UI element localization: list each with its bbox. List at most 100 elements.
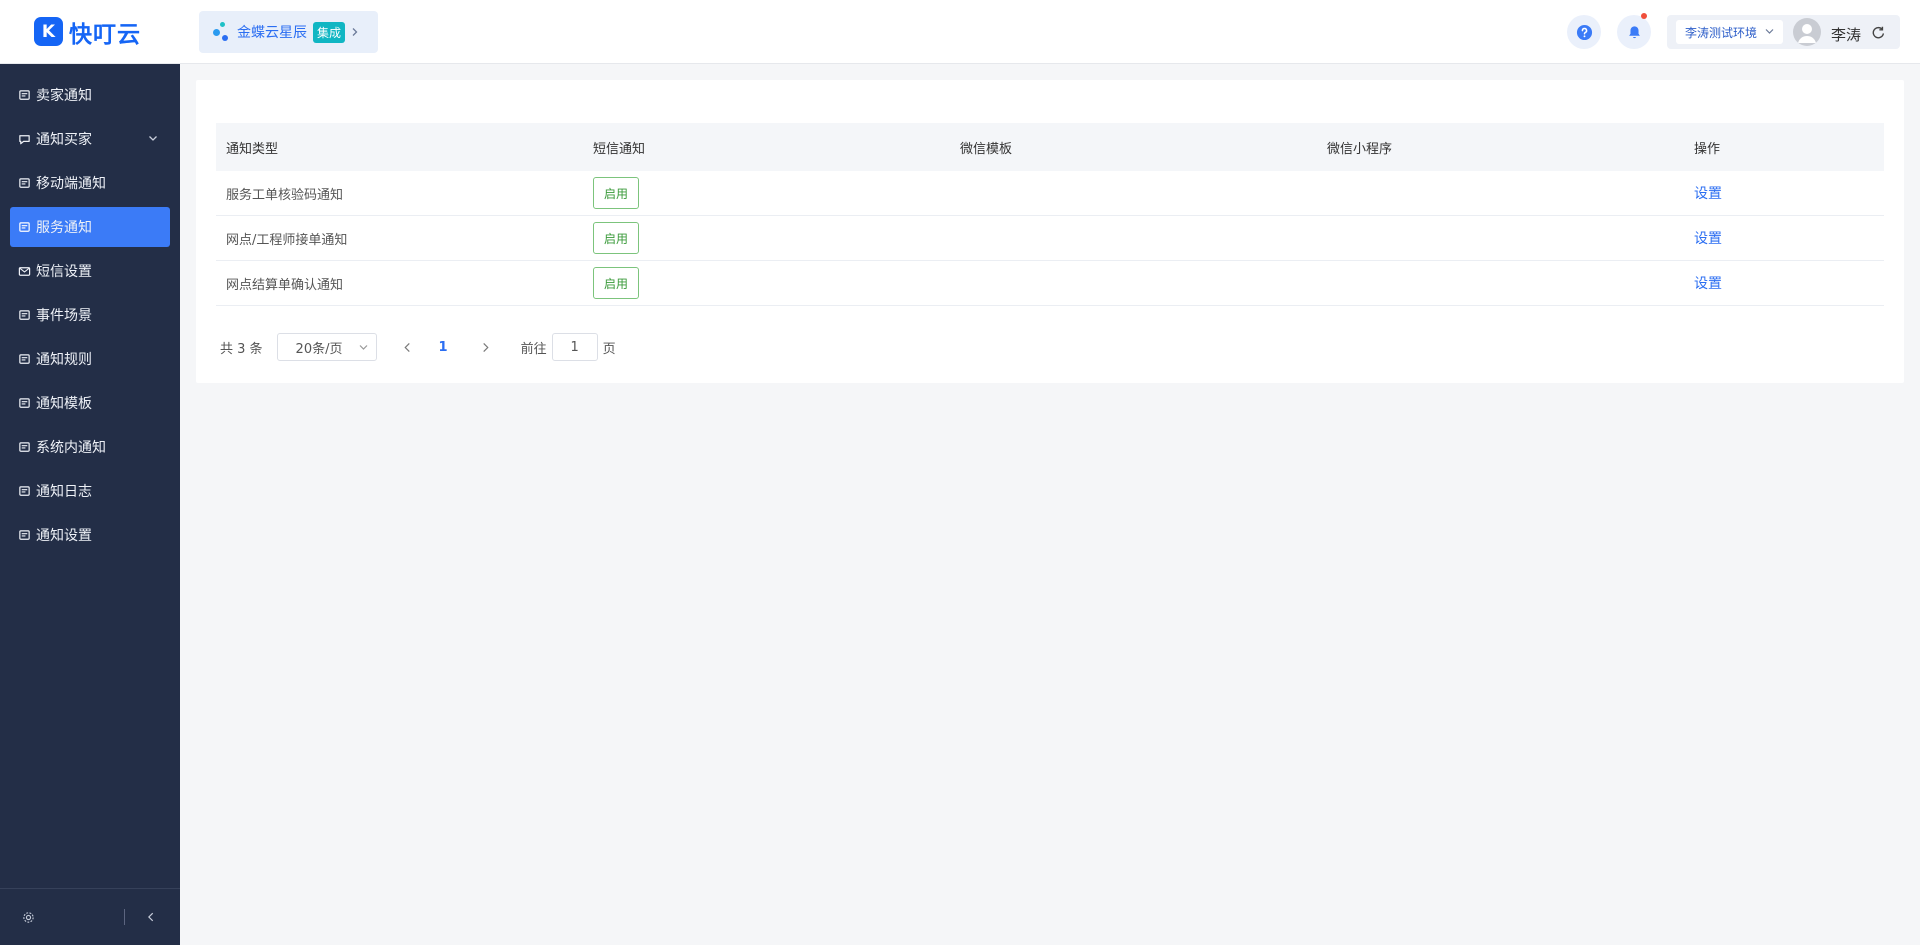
page-size-select[interactable]: 20条/页 [276, 333, 377, 361]
settings-link[interactable]: 设置 [1694, 186, 1722, 202]
next-page-button[interactable] [481, 341, 491, 353]
app-switcher[interactable]: 金蝶云星辰 集成 [199, 11, 378, 53]
refresh-icon[interactable] [1871, 25, 1886, 40]
mail-icon [17, 264, 31, 278]
settings-link[interactable]: 设置 [1694, 276, 1722, 292]
divider [124, 909, 125, 925]
gear-icon[interactable] [21, 910, 35, 924]
sms-cell: 启用 [583, 267, 950, 299]
page-unit: 页 [602, 341, 616, 357]
goto-page-input[interactable] [551, 333, 598, 361]
notifications-button[interactable] [1617, 13, 1651, 49]
avatar[interactable] [1793, 18, 1821, 46]
column-header: 微信模板 [960, 141, 1013, 157]
chevron-right-icon [483, 342, 489, 352]
prev-page-button[interactable] [403, 341, 413, 353]
sidebar-item-notice-logs[interactable]: 通知日志 [10, 471, 170, 511]
sidebar-item-notify-buyer[interactable]: 通知买家 [10, 119, 170, 159]
action-cell: 设置 [1684, 273, 1884, 293]
total-count: 共 3 条 [220, 341, 263, 357]
sidebar-item-label: 系统内通知 [36, 440, 106, 456]
user-name: 李涛 [1831, 26, 1862, 44]
collapse-sidebar-icon[interactable] [144, 910, 158, 924]
environment-value: 李涛测试环境 [1685, 25, 1758, 40]
notice-table: 通知类型 短信通知 微信模板 微信小程序 操作 服务工单核验码通知 启用 设置 … [216, 123, 1884, 306]
sidebar-footer [0, 888, 180, 945]
sidebar: K 快叮云 卖家通知 通知买家 移动端通知 服务通知 短信设置 事件场景 通知规… [0, 0, 180, 945]
top-header: 金蝶云星辰 集成 李涛测试环境 李涛 [180, 0, 1920, 64]
chevron-down-icon [1765, 29, 1774, 34]
notice-icon [17, 440, 31, 454]
sidebar-item-label: 通知买家 [36, 132, 92, 148]
sidebar-item-label: 事件场景 [36, 308, 92, 324]
sidebar-item-label: 通知规则 [36, 352, 92, 368]
table-row: 网点/工程师接单通知 启用 设置 [216, 216, 1884, 261]
sidebar-item-seller-notice[interactable]: 卖家通知 [10, 75, 170, 115]
chevron-down-icon [149, 136, 157, 141]
sms-cell: 启用 [583, 222, 950, 254]
logo[interactable]: K 快叮云 [0, 0, 180, 64]
sms-enabled-button[interactable]: 启用 [593, 177, 639, 209]
app-name: 金蝶云星辰 [237, 25, 307, 41]
sidebar-item-label: 通知模板 [36, 396, 92, 412]
sidebar-item-event-scenes[interactable]: 事件场景 [10, 295, 170, 335]
action-cell: 设置 [1684, 228, 1884, 248]
logo-mark-icon: K [34, 17, 63, 46]
sidebar-item-label: 通知设置 [36, 528, 92, 544]
sidebar-item-notice-settings[interactable]: 通知设置 [10, 515, 170, 555]
sms-enabled-button[interactable]: 启用 [593, 222, 639, 254]
action-cell: 设置 [1684, 183, 1884, 203]
notice-icon [17, 176, 31, 190]
bell-icon [1628, 25, 1640, 38]
notice-icon [17, 484, 31, 498]
sidebar-item-notice-templates[interactable]: 通知模板 [10, 383, 170, 423]
main-panel: 通知类型 短信通知 微信模板 微信小程序 操作 服务工单核验码通知 启用 设置 … [196, 80, 1904, 383]
column-header: 操作 [1694, 141, 1721, 157]
table-header: 通知类型 短信通知 微信模板 微信小程序 操作 [216, 123, 1884, 171]
sidebar-item-notice-rules[interactable]: 通知规则 [10, 339, 170, 379]
sms-enabled-button[interactable]: 启用 [593, 267, 639, 299]
chat-icon [17, 132, 31, 146]
sidebar-item-label: 服务通知 [36, 220, 92, 236]
sidebar-item-sms-settings[interactable]: 短信设置 [10, 251, 170, 291]
help-icon [1576, 24, 1592, 40]
column-header: 通知类型 [226, 141, 279, 157]
table-row: 服务工单核验码通知 启用 设置 [216, 171, 1884, 216]
notification-dot [1641, 13, 1647, 19]
column-header: 微信小程序 [1327, 141, 1393, 157]
sidebar-item-label: 移动端通知 [36, 176, 106, 192]
chevron-down-icon [359, 345, 367, 350]
integration-dots-icon [213, 22, 231, 42]
sidebar-item-label: 通知日志 [36, 484, 92, 500]
page-size-value: 20条/页 [295, 341, 343, 357]
notice-icon [17, 308, 31, 322]
notice-icon [17, 528, 31, 542]
user-icon [1798, 24, 1816, 43]
table-row: 网点结算单确认通知 启用 设置 [216, 261, 1884, 306]
chevron-right-icon [352, 28, 358, 36]
notice-type: 网点结算单确认通知 [226, 277, 344, 293]
sms-cell: 启用 [583, 177, 950, 209]
notice-type: 服务工单核验码通知 [226, 187, 344, 203]
page-number[interactable]: 1 [439, 340, 448, 355]
environment-select[interactable]: 李涛测试环境 [1676, 20, 1783, 44]
chevron-left-icon [404, 342, 410, 352]
help-button[interactable] [1567, 15, 1601, 49]
goto-label: 前往 [520, 341, 547, 357]
sidebar-item-service-notice[interactable]: 服务通知 [10, 207, 170, 247]
sidebar-item-label: 卖家通知 [36, 88, 92, 104]
sidebar-menu: 卖家通知 通知买家 移动端通知 服务通知 短信设置 事件场景 通知规则 通知模板… [0, 64, 180, 555]
brand-name: 快叮云 [69, 21, 141, 48]
app-badge: 集成 [313, 21, 346, 43]
sidebar-item-label: 短信设置 [36, 264, 92, 280]
notice-icon [17, 220, 31, 234]
notice-icon [17, 88, 31, 102]
sidebar-item-system-notice[interactable]: 系统内通知 [10, 427, 170, 467]
sidebar-item-mobile-notice[interactable]: 移动端通知 [10, 163, 170, 203]
user-box: 李涛测试环境 李涛 [1667, 15, 1900, 49]
notice-icon [17, 352, 31, 366]
notice-icon [17, 396, 31, 410]
settings-link[interactable]: 设置 [1694, 231, 1722, 247]
column-header: 短信通知 [593, 141, 646, 157]
pagination: 共 3 条 20条/页 1 前往 页 [220, 333, 616, 361]
